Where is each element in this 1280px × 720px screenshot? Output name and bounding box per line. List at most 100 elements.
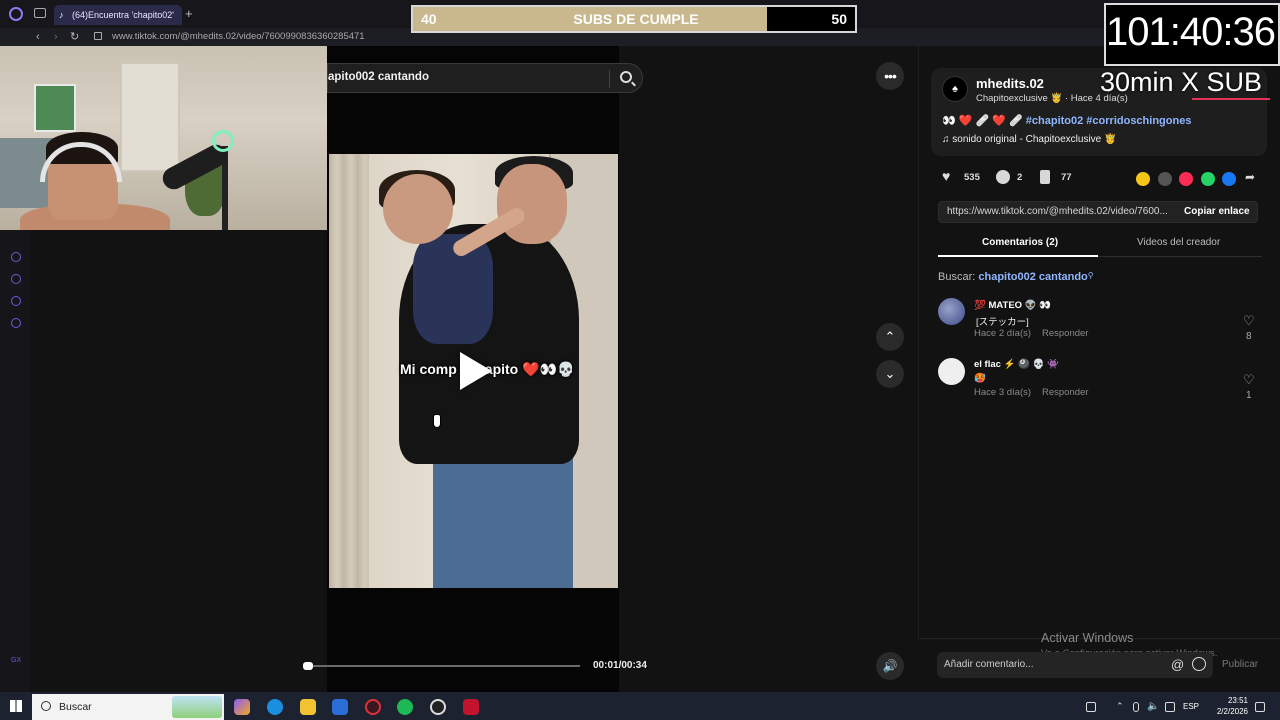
share-link[interactable]: https://www.tiktok.com/@mhedits.02/video… [947, 206, 1168, 217]
language-indicator[interactable]: ESP [1183, 702, 1199, 711]
tab-comments[interactable]: Comentarios (2) [982, 237, 1058, 248]
facebook-icon[interactable] [1222, 172, 1236, 186]
spotify-icon[interactable] [397, 699, 413, 715]
whatsapp-icon[interactable] [1201, 172, 1215, 186]
comment-avatar[interactable] [938, 298, 965, 325]
publish-button[interactable]: Publicar [1222, 659, 1258, 670]
bookmark-icon[interactable] [1040, 170, 1050, 184]
lock-icon [94, 32, 102, 40]
related-search-prefix: Buscar: [938, 271, 979, 283]
extensions-icon[interactable] [11, 296, 21, 306]
back-arrow-icon[interactable]: ‹ [36, 29, 40, 45]
search-divider [609, 70, 610, 88]
opera-gx-icon[interactable] [365, 699, 381, 715]
obs-icon[interactable] [430, 699, 446, 715]
volume-icon[interactable]: 🔊 [876, 652, 904, 680]
more-options-icon[interactable]: ••• [876, 62, 904, 90]
search-highlight-image [172, 696, 222, 718]
subathon-timer: 101:40:36 [1106, 10, 1276, 54]
comment-icon[interactable] [996, 170, 1010, 184]
share-arrow-icon[interactable]: ➦ [1245, 170, 1255, 184]
opera-logo-icon[interactable] [9, 7, 23, 21]
comment-text: [ステッカー] [976, 317, 1029, 328]
video-progress-bar[interactable] [304, 665, 580, 667]
search-icon[interactable] [620, 71, 632, 83]
network-icon[interactable] [1165, 702, 1175, 712]
related-search[interactable]: Buscar: chapito002 cantando⚲ [938, 271, 1094, 283]
reply-button[interactable]: Responder [1042, 387, 1088, 398]
tab-manager-icon[interactable] [34, 8, 46, 18]
gx-label: GX [11, 657, 22, 664]
comment-count: 2 [1017, 172, 1023, 183]
comment-like-icon[interactable]: ♡ [1243, 372, 1255, 388]
microphone-icon[interactable] [1133, 702, 1139, 712]
video-time: 00:01/00:34 [593, 660, 647, 671]
search-bar[interactable]: apito002 cantando [327, 63, 643, 93]
music-link[interactable]: ♫ sonido original - Chapitoexclusive 🤴 [942, 134, 1116, 145]
tab-title: (64)Encuentra 'chapito02' [72, 10, 175, 20]
reply-button[interactable]: Responder [1042, 328, 1088, 339]
settings-icon[interactable] [11, 318, 21, 328]
copy-link-button[interactable]: Copiar enlace [1184, 206, 1250, 217]
search-input[interactable]: apito002 cantando [328, 71, 429, 83]
tray-app-icon[interactable] [1086, 702, 1096, 712]
comment-date: Hace 2 día(s) [974, 328, 1032, 339]
caption-emojis: 👀 ❤️ 🩹 ❤️ 🩹 [942, 115, 1023, 127]
url-field[interactable]: www.tiktok.com/@mhedits.02/video/7600990… [112, 30, 365, 44]
comment-placeholder[interactable]: Añadir comentario... [944, 659, 1034, 670]
comment-author[interactable]: el flac ⚡ 🎱 💀 👾 [974, 359, 1059, 370]
clock-time[interactable]: 23:51 [1214, 696, 1248, 705]
active-tab[interactable]: ♪ (64)Encuentra 'chapito02' [54, 5, 182, 25]
emoji-icon[interactable] [1192, 657, 1206, 671]
store-icon[interactable] [332, 699, 348, 715]
video-man-head [497, 164, 567, 244]
windows-activation-title: Activar Windows [1041, 631, 1134, 645]
previous-video-icon[interactable]: ⌃ [876, 323, 904, 351]
subs-current: 40 [421, 11, 437, 27]
save-count: 77 [1061, 172, 1072, 183]
browser-sidebar [0, 230, 30, 692]
comment-author[interactable]: 💯 MATEO 👽 👀 [974, 300, 1051, 311]
subs-goal-title: SUBS DE CUMPLE [573, 11, 699, 27]
caption-hashtags[interactable]: #chapito02 #corridoschingones [1026, 115, 1192, 127]
next-video-icon[interactable]: ⌄ [876, 360, 904, 388]
speaker-icon[interactable]: 🔈 [1147, 701, 1159, 712]
notifications-icon[interactable] [1255, 702, 1265, 712]
taskbar-search-placeholder[interactable]: Buscar [59, 701, 92, 713]
history-icon[interactable] [11, 274, 21, 284]
like-icon[interactable]: ♥ [942, 168, 956, 184]
subs-goal-bar: SUBS DE CUMPLE 40 50 [411, 5, 857, 33]
edge-icon[interactable] [267, 699, 283, 715]
repost-icon[interactable] [1136, 172, 1150, 186]
windows-start-icon[interactable] [10, 700, 22, 712]
comment-like-count: 1 [1246, 390, 1252, 401]
webcam-shelf [120, 62, 180, 172]
comment-avatar[interactable] [938, 358, 965, 385]
comment-text: 🥵 [974, 373, 986, 384]
forward-arrow-icon[interactable]: › [54, 29, 58, 45]
new-tab-button[interactable]: + [185, 6, 193, 22]
timer-underline [1192, 98, 1270, 100]
reload-icon[interactable]: ↻ [70, 29, 79, 45]
comment-like-count: 8 [1246, 331, 1252, 342]
author-avatar[interactable]: ♠ [942, 76, 968, 102]
embed-icon[interactable] [1158, 172, 1172, 186]
video-caption: 👀 ❤️ 🩹 ❤️ 🩹 #chapito02 #corridoschingone… [942, 114, 1191, 127]
app-icon[interactable] [463, 699, 479, 715]
comment-like-icon[interactable]: ♡ [1243, 313, 1255, 329]
tab-creator-videos[interactable]: Videos del creador [1137, 237, 1220, 248]
author-name[interactable]: mhedits.02 [976, 76, 1044, 91]
mention-icon[interactable]: @ [1171, 657, 1184, 672]
copilot-icon[interactable] [234, 699, 250, 715]
progress-handle[interactable] [303, 662, 313, 670]
player-icon[interactable] [11, 252, 21, 262]
webcam-mic-light [212, 130, 234, 152]
video-jeans [433, 454, 573, 588]
play-icon[interactable] [460, 352, 492, 390]
send-icon[interactable] [1179, 172, 1193, 186]
tray-expand-icon[interactable]: ⌃ [1116, 701, 1124, 712]
taskbar-search-icon [41, 701, 51, 711]
file-explorer-icon[interactable] [300, 699, 316, 715]
clock-date[interactable]: 2/2/2026 [1206, 707, 1248, 716]
related-search-query[interactable]: chapito002 cantando [978, 271, 1087, 283]
